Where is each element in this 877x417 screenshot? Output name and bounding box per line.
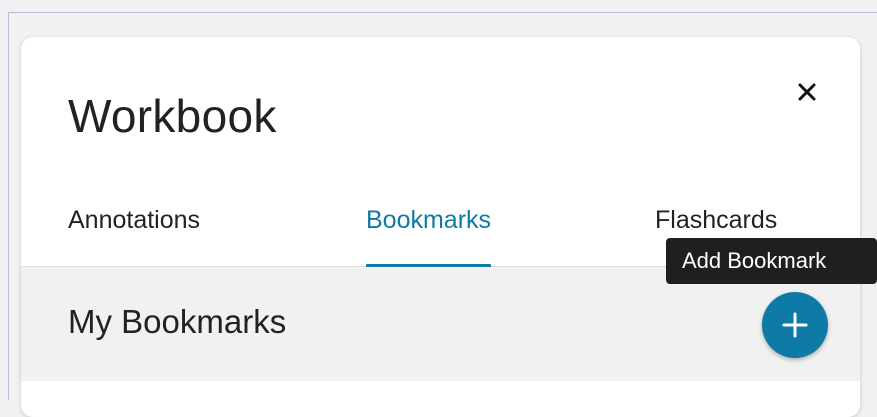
section-title: My Bookmarks	[68, 303, 287, 340]
close-button[interactable]	[792, 77, 822, 107]
tab-bookmarks[interactable]: Bookmarks	[366, 205, 492, 268]
plus-icon	[782, 312, 808, 338]
close-icon	[798, 83, 816, 101]
tab-flashcards-label: Flashcards	[655, 206, 778, 234]
panel-title: Workbook	[68, 90, 277, 142]
tab-bookmarks-label: Bookmarks	[366, 206, 492, 234]
bookmarks-section-header: My Bookmarks	[21, 267, 860, 381]
add-bookmark-tooltip: Add Bookmark	[666, 238, 877, 284]
add-bookmark-button[interactable]	[762, 292, 828, 358]
tab-annotations[interactable]: Annotations	[68, 205, 200, 267]
workbook-panel: Workbook Annotations Bookmarks Flashcard…	[21, 37, 860, 417]
tab-annotations-label: Annotations	[68, 206, 201, 234]
